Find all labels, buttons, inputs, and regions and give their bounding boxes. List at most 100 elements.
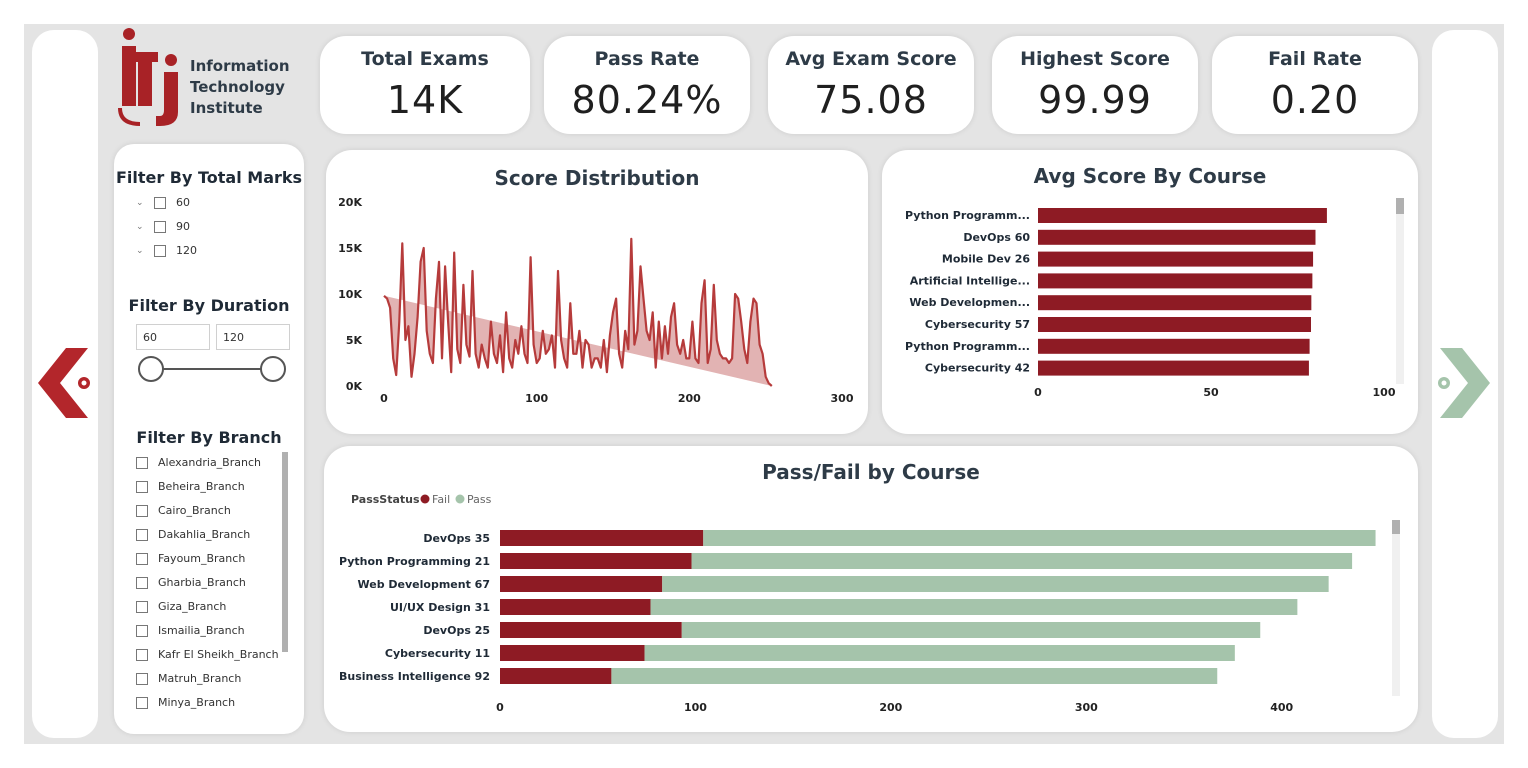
x-tick-label: 0: [1034, 386, 1042, 399]
kpi-fail-rate: Fail Rate 0.20: [1212, 36, 1418, 134]
branch-label: Kafr El Sheikh_Branch: [158, 648, 279, 661]
y-tick-label: 20K: [338, 196, 362, 209]
filter-panel: Filter By Total Marks ⌄ 60 ⌄ 90 ⌄ 120 Fi…: [114, 144, 304, 734]
filter-marks-option[interactable]: ⌄ 120: [136, 244, 197, 257]
branch-option[interactable]: Cairo_Branch: [136, 504, 231, 517]
branch-list: Alexandria_Branch Beheira_Branch Cairo_B…: [136, 456, 286, 726]
kpi-value: 0.20: [1270, 78, 1360, 122]
chevron-down-icon[interactable]: ⌄: [136, 246, 146, 256]
duration-slider-max-handle[interactable]: [260, 356, 286, 382]
x-tick-label: 0: [380, 392, 388, 405]
branch-label: Giza_Branch: [158, 600, 227, 613]
x-tick-label: 300: [1075, 701, 1098, 714]
category-label: UI/UX Design 31: [390, 601, 490, 614]
kpi-title: Avg Exam Score: [785, 48, 957, 70]
branch-option[interactable]: Minya_Branch: [136, 696, 235, 709]
bar: [1038, 251, 1314, 267]
bar: [1038, 317, 1311, 332]
category-label: DevOps 60: [963, 231, 1030, 244]
branch-option[interactable]: Matruh_Branch: [136, 672, 241, 685]
branch-label: Dakahlia_Branch: [158, 528, 251, 541]
branch-option[interactable]: Ismailia_Branch: [136, 624, 245, 637]
duration-slider-min-handle[interactable]: [138, 356, 164, 382]
series-area: [384, 238, 772, 386]
kpi-highest-score: Highest Score 99.99: [992, 36, 1198, 134]
category-label: Web Developmen...: [909, 296, 1030, 309]
category-label: DevOps 25: [423, 624, 490, 637]
filter-marks-option[interactable]: ⌄ 90: [136, 220, 190, 233]
branch-label: Matruh_Branch: [158, 672, 242, 685]
checkbox[interactable]: [136, 504, 148, 517]
branch-label: Fayoum_Branch: [158, 552, 246, 565]
checkbox[interactable]: [136, 528, 148, 541]
logo-text: Information Technology Institute: [190, 56, 290, 119]
chevron-down-icon[interactable]: ⌄: [136, 222, 146, 232]
kpi-title: Pass Rate: [594, 48, 700, 70]
checkbox[interactable]: [136, 624, 148, 637]
checkbox[interactable]: [136, 600, 148, 613]
iti-logo-mark: [118, 28, 178, 126]
filter-marks-title: Filter By Total Marks: [115, 168, 303, 187]
avg-score-scrollbar[interactable]: [1396, 198, 1404, 214]
option-label: 90: [176, 220, 190, 233]
checkbox[interactable]: [136, 648, 148, 661]
pass-fail-scrollbar[interactable]: [1392, 520, 1400, 534]
x-tick-label: 200: [678, 392, 701, 405]
branch-list-scrollbar[interactable]: [282, 452, 288, 652]
bar: [1038, 360, 1309, 376]
branch-option[interactable]: Gharbia_Branch: [136, 576, 246, 589]
category-label: DevOps 35: [423, 532, 490, 545]
avg-score-scrollbar-track[interactable]: [1396, 198, 1404, 384]
kpi-value: 80.24%: [571, 78, 723, 122]
x-tick-label: 100: [1373, 386, 1396, 399]
pass-fail-scrollbar-track[interactable]: [1392, 520, 1400, 696]
duration-max-input[interactable]: 120: [216, 324, 290, 350]
x-tick-label: 200: [879, 701, 902, 714]
checkbox[interactable]: [154, 196, 166, 209]
chevron-down-icon[interactable]: ⌄: [136, 198, 146, 208]
branch-option[interactable]: Fayoum_Branch: [136, 552, 245, 565]
checkbox[interactable]: [136, 696, 148, 709]
logo: Information Technology Institute: [116, 26, 290, 134]
y-tick-label: 15K: [338, 242, 362, 255]
bar: [1038, 229, 1316, 245]
duration-slider-track[interactable]: [152, 368, 274, 370]
branch-option[interactable]: Beheira_Branch: [136, 480, 245, 493]
kpi-title: Fail Rate: [1268, 48, 1362, 70]
chevron-right-icon[interactable]: [1434, 346, 1492, 420]
checkbox[interactable]: [136, 552, 148, 565]
duration-min-input[interactable]: 60: [136, 324, 210, 350]
checkbox[interactable]: [136, 480, 148, 493]
branch-option[interactable]: Giza_Branch: [136, 600, 226, 613]
kpi-title: Highest Score: [1020, 48, 1170, 70]
kpi-avg-exam-score: Avg Exam Score 75.08: [768, 36, 974, 134]
checkbox[interactable]: [154, 220, 166, 233]
branch-option[interactable]: Alexandria_Branch: [136, 456, 261, 469]
branch-label: Cairo_Branch: [158, 504, 231, 517]
branch-option[interactable]: Dakahlia_Branch: [136, 528, 250, 541]
filter-marks-option[interactable]: ⌄ 60: [136, 196, 190, 209]
category-label: Python Programm...: [905, 209, 1030, 222]
bar-fail: [500, 645, 645, 661]
bar-pass: [703, 530, 1376, 546]
category-label: Cybersecurity 57: [925, 318, 1030, 331]
category-label: Python Programm...: [905, 340, 1030, 353]
checkbox[interactable]: [136, 576, 148, 589]
checkbox[interactable]: [136, 456, 148, 469]
chevron-left-icon[interactable]: [36, 346, 94, 420]
bar-fail: [500, 530, 704, 546]
avg-score-chart[interactable]: Python Programm... DevOps 60 Mobile Dev 26…: [882, 150, 1418, 434]
logo-line: Institute: [190, 99, 263, 117]
checkbox[interactable]: [136, 672, 148, 685]
score-distribution-chart[interactable]: 0K 5K 10K 15K 20K 0 100 200 300: [326, 150, 868, 434]
kpi-total-exams: Total Exams 14K: [320, 36, 530, 134]
branch-option[interactable]: Kafr El Sheikh_Branch: [136, 648, 279, 661]
legend-title: PassStatus: [351, 493, 420, 506]
kpi-pass-rate: Pass Rate 80.24%: [544, 36, 750, 134]
checkbox[interactable]: [154, 244, 166, 257]
bar-fail: [500, 599, 651, 615]
bar-fail: [500, 576, 663, 592]
bar: [1038, 273, 1313, 289]
pass-fail-chart[interactable]: PassStatus Fail Pass DevOps 35 Python Progra…: [324, 446, 1418, 732]
dashboard-canvas: Information Technology Institute Total E…: [24, 24, 1504, 744]
